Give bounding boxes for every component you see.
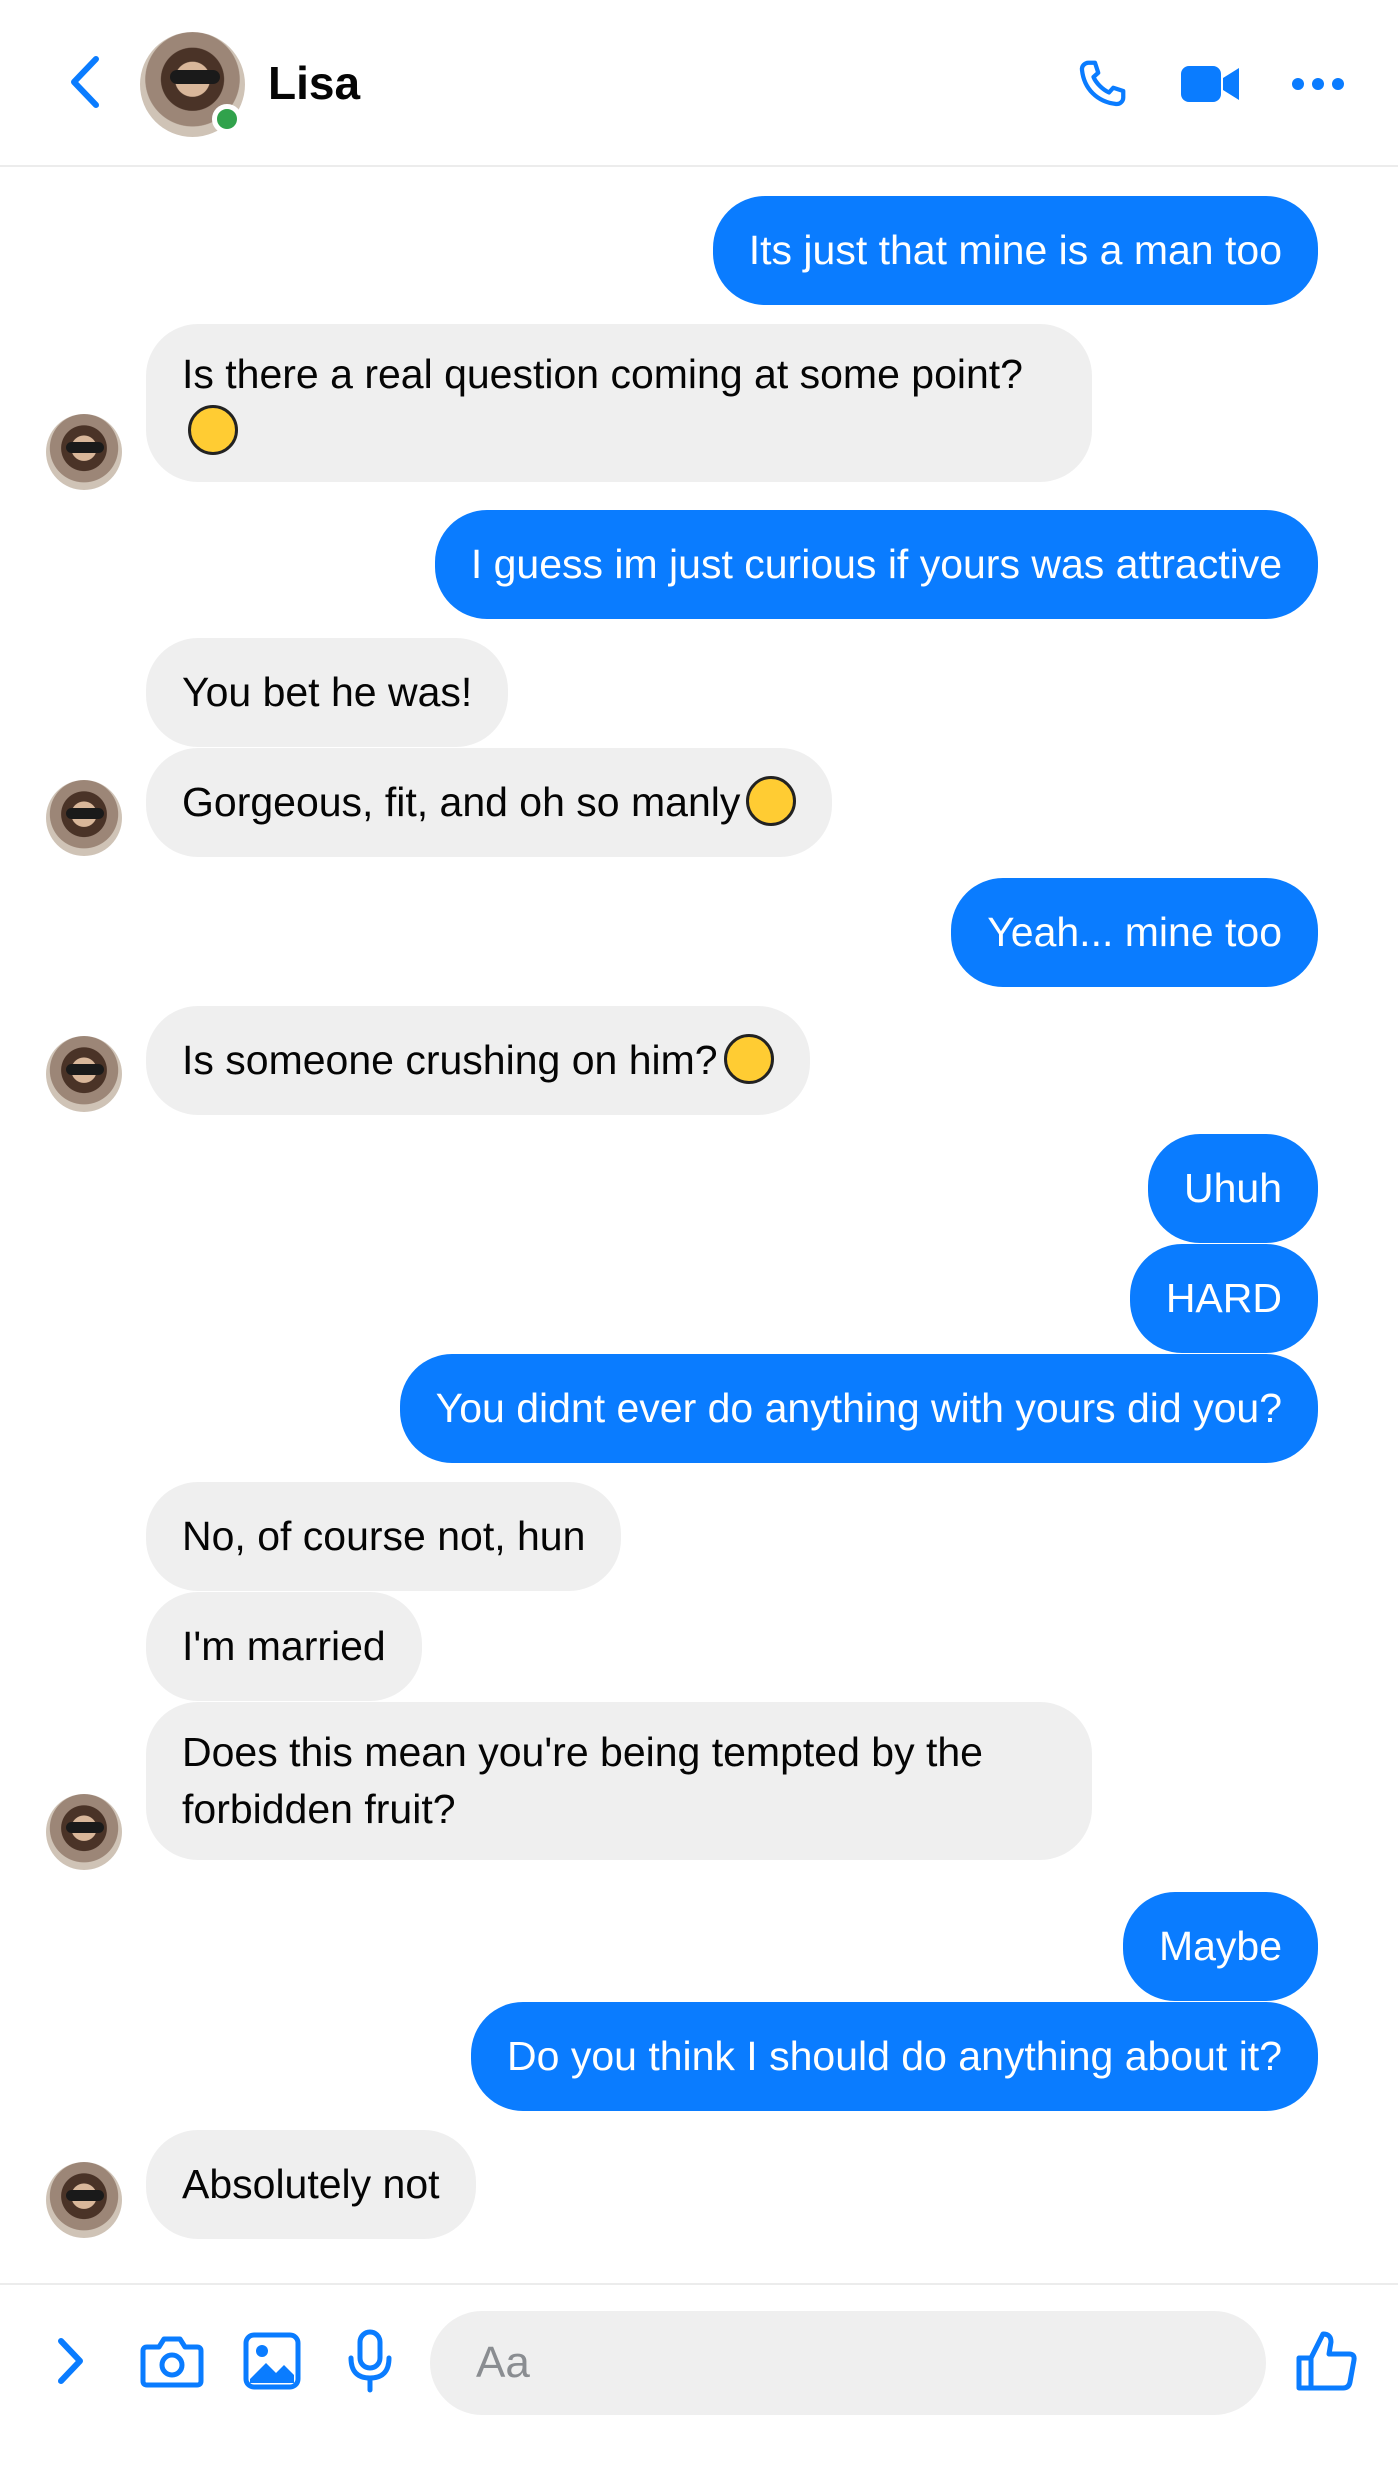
message-text: No, of course not, hun xyxy=(182,1513,586,1559)
video-camera-icon[interactable] xyxy=(1178,52,1242,116)
thumbs-up-icon[interactable] xyxy=(1290,2325,1362,2397)
image-icon[interactable] xyxy=(236,2325,308,2397)
contact-name[interactable]: Lisa xyxy=(268,56,360,110)
message-bubble-incoming[interactable]: No, of course not, hun xyxy=(146,1482,622,1591)
message-bubble-outgoing[interactable]: Yeah... mine too xyxy=(951,878,1318,987)
message-text: Yeah... mine too xyxy=(987,909,1282,955)
contact-avatar-small[interactable] xyxy=(46,1036,122,1112)
message-bubble-outgoing[interactable]: I guess im just curious if yours was att… xyxy=(434,510,1318,619)
message-bubble-outgoing[interactable]: You didnt ever do anything with yours di… xyxy=(399,1354,1318,1463)
message-text: Uhuh xyxy=(1183,1165,1282,1211)
message-bubble-outgoing[interactable]: Uhuh xyxy=(1147,1134,1318,1243)
message-bubble-incoming[interactable]: Absolutely not xyxy=(146,2130,476,2239)
message-bubble-outgoing[interactable]: Its just that mine is a man too xyxy=(712,196,1318,305)
message-text: You bet he was! xyxy=(182,669,473,715)
camera-icon[interactable] xyxy=(136,2325,208,2397)
message-bubble-incoming[interactable]: Is there a real question coming at some … xyxy=(146,324,1092,482)
message-text: Maybe xyxy=(1158,1923,1282,1969)
message-text: Do you think I should do anything about … xyxy=(507,2033,1282,2079)
phone-icon[interactable] xyxy=(1070,52,1134,116)
more-horizontal-icon[interactable] xyxy=(1286,52,1350,116)
message-text: Its just that mine is a man too xyxy=(748,227,1282,273)
grinning-face-emoji xyxy=(188,405,238,455)
message-text: HARD xyxy=(1165,1275,1282,1321)
message-bubble-incoming[interactable]: You bet he was! xyxy=(146,638,509,747)
contact-avatar-small[interactable] xyxy=(46,780,122,856)
message-text: Does this mean you're being tempted by t… xyxy=(182,1729,983,1832)
message-text: Is someone crushing on him? xyxy=(182,1037,718,1083)
message-input[interactable] xyxy=(430,2311,1266,2415)
face-with-hand-over-mouth-emoji xyxy=(723,1034,774,1084)
messenger-chat-screen: Lisa Its just that mine is a man too Is … xyxy=(0,0,1398,2486)
message-text: I guess im just curious if yours was att… xyxy=(470,541,1282,587)
message-text: I'm married xyxy=(182,1623,386,1669)
message-text: Is there a real question coming at some … xyxy=(182,351,1023,397)
message-bubble-incoming[interactable]: Is someone crushing on him? xyxy=(146,1006,810,1115)
message-bubble-incoming[interactable]: Gorgeous, fit, and oh so manly xyxy=(146,748,833,857)
message-text: Absolutely not xyxy=(182,2161,440,2207)
microphone-icon[interactable] xyxy=(334,2325,406,2397)
message-bubble-outgoing[interactable]: Maybe xyxy=(1122,1892,1318,2001)
online-status-dot xyxy=(212,104,242,134)
contact-avatar-small[interactable] xyxy=(46,1794,122,1870)
message-bubble-incoming[interactable]: I'm married xyxy=(146,1592,422,1701)
chat-header: Lisa xyxy=(0,0,1398,167)
message-text: Gorgeous, fit, and oh so manly xyxy=(182,779,741,825)
face-savoring-food-emoji xyxy=(746,776,797,826)
message-composer xyxy=(0,2283,1398,2486)
contact-avatar-small[interactable] xyxy=(46,2162,122,2238)
contact-avatar-small[interactable] xyxy=(46,414,122,490)
message-bubble-outgoing[interactable]: Do you think I should do anything about … xyxy=(471,2002,1318,2111)
message-bubble-outgoing[interactable]: HARD xyxy=(1129,1244,1318,1353)
chevron-right-icon[interactable] xyxy=(34,2325,106,2397)
message-bubble-incoming[interactable]: Does this mean you're being tempted by t… xyxy=(146,1702,1092,1860)
message-text: You didnt ever do anything with yours di… xyxy=(435,1385,1282,1431)
chevron-left-icon[interactable] xyxy=(54,52,114,112)
